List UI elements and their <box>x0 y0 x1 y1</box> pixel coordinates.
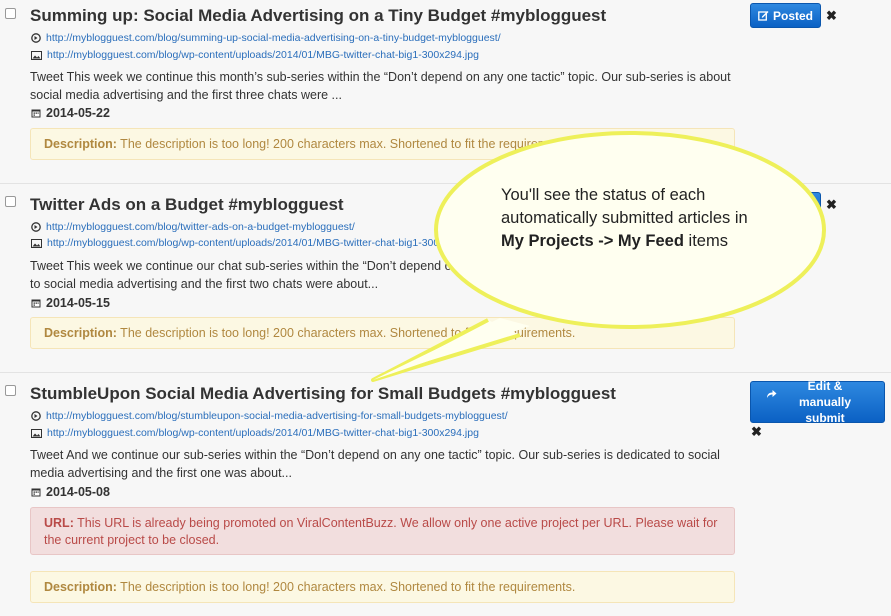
item-url-text[interactable]: http://myblogguest.com/blog/stumbleupon-… <box>46 410 508 422</box>
item-body: Tweet This week we continue our chat sub… <box>30 259 733 291</box>
callout-text: You'll see the status of each automatica… <box>501 184 771 253</box>
share-arrow-icon <box>767 390 777 398</box>
image-icon <box>31 50 42 60</box>
status-button-partial[interactable] <box>790 192 821 217</box>
image-icon <box>31 428 42 438</box>
warning-text: The description is too long! 200 charact… <box>116 137 576 151</box>
item-url-text[interactable]: http://myblogguest.com/blog/twitter-ads-… <box>46 221 355 233</box>
description-warning: Description: The description is too long… <box>30 317 735 349</box>
edit-square-icon <box>758 11 769 21</box>
url-error: URL: This URL is already being promoted … <box>30 507 735 555</box>
item-date: 2014-05-08 <box>31 485 110 499</box>
item-image-url[interactable]: http://myblogguest.com/blog/wp-content/u… <box>31 49 479 61</box>
globe-icon <box>31 222 41 232</box>
close-icon[interactable]: ✖ <box>751 424 762 440</box>
item-checkbox[interactable] <box>5 8 16 19</box>
item-body: Tweet And we continue our sub-series wit… <box>30 448 720 480</box>
globe-icon <box>31 411 41 421</box>
item-title: Summing up: Social Media Advertising on … <box>30 6 607 25</box>
item-date-text: 2014-05-15 <box>46 296 110 310</box>
calendar-icon <box>31 488 41 497</box>
item-body: Tweet This week we continue this month’s… <box>30 70 731 102</box>
item-image-url[interactable]: http://myblogguest.com/blog/wp-content/u… <box>31 427 479 439</box>
item-checkbox[interactable] <box>5 196 16 207</box>
feed-item: StumbleUpon Social Media Advertising for… <box>0 374 891 616</box>
item-date: 2014-05-22 <box>31 106 110 120</box>
posted-button-label: Posted <box>772 8 813 23</box>
close-icon[interactable]: ✖ <box>826 8 837 24</box>
item-url[interactable]: http://myblogguest.com/blog/twitter-ads-… <box>31 221 355 233</box>
edit-button-label: Edit & manually submit <box>798 379 852 425</box>
warning-text: The description is too long! 200 charact… <box>116 326 576 340</box>
globe-icon <box>31 33 41 43</box>
item-title: StumbleUpon Social Media Advertising for… <box>30 384 616 403</box>
warning-label: Description: <box>44 326 117 340</box>
callout-text-part1: You'll see the status of each automatica… <box>501 186 748 227</box>
item-date: 2014-05-15 <box>31 296 110 310</box>
item-url-text[interactable]: http://myblogguest.com/blog/summing-up-s… <box>46 32 501 44</box>
warning-label: Description: <box>44 137 117 151</box>
edit-manually-submit-button[interactable]: Edit & manually submit <box>750 379 885 425</box>
posted-button[interactable]: Posted <box>750 3 821 28</box>
description-warning: Description: The description is too long… <box>30 571 735 603</box>
item-image-url[interactable]: http://myblogguest.com/blog/wp-content/u… <box>31 237 479 249</box>
error-label: URL: <box>44 516 74 530</box>
close-icon[interactable]: ✖ <box>826 197 837 213</box>
warning-label: Description: <box>44 580 117 594</box>
item-url[interactable]: http://myblogguest.com/blog/stumbleupon-… <box>31 410 508 422</box>
item-image-url-text[interactable]: http://myblogguest.com/blog/wp-content/u… <box>47 237 479 249</box>
callout-text-bold: My Projects -> My Feed <box>501 232 684 250</box>
item-date-text: 2014-05-08 <box>46 485 110 499</box>
description-warning: Description: The description is too long… <box>30 128 735 160</box>
callout-text-part2: items <box>683 232 728 250</box>
item-url[interactable]: http://myblogguest.com/blog/summing-up-s… <box>31 32 501 44</box>
warning-text: The description is too long! 200 charact… <box>116 580 576 594</box>
item-title: Twitter Ads on a Budget #myblogguest <box>30 195 344 214</box>
image-icon <box>31 238 42 248</box>
calendar-icon <box>31 299 41 308</box>
item-image-url-text[interactable]: http://myblogguest.com/blog/wp-content/u… <box>47 427 479 439</box>
error-text: This URL is already being promoted on Vi… <box>44 516 721 547</box>
calendar-icon <box>31 109 41 118</box>
item-checkbox[interactable] <box>5 385 16 396</box>
item-image-url-text[interactable]: http://myblogguest.com/blog/wp-content/u… <box>47 49 479 61</box>
feed-item: Summing up: Social Media Advertising on … <box>0 0 891 184</box>
item-date-text: 2014-05-22 <box>46 106 110 120</box>
